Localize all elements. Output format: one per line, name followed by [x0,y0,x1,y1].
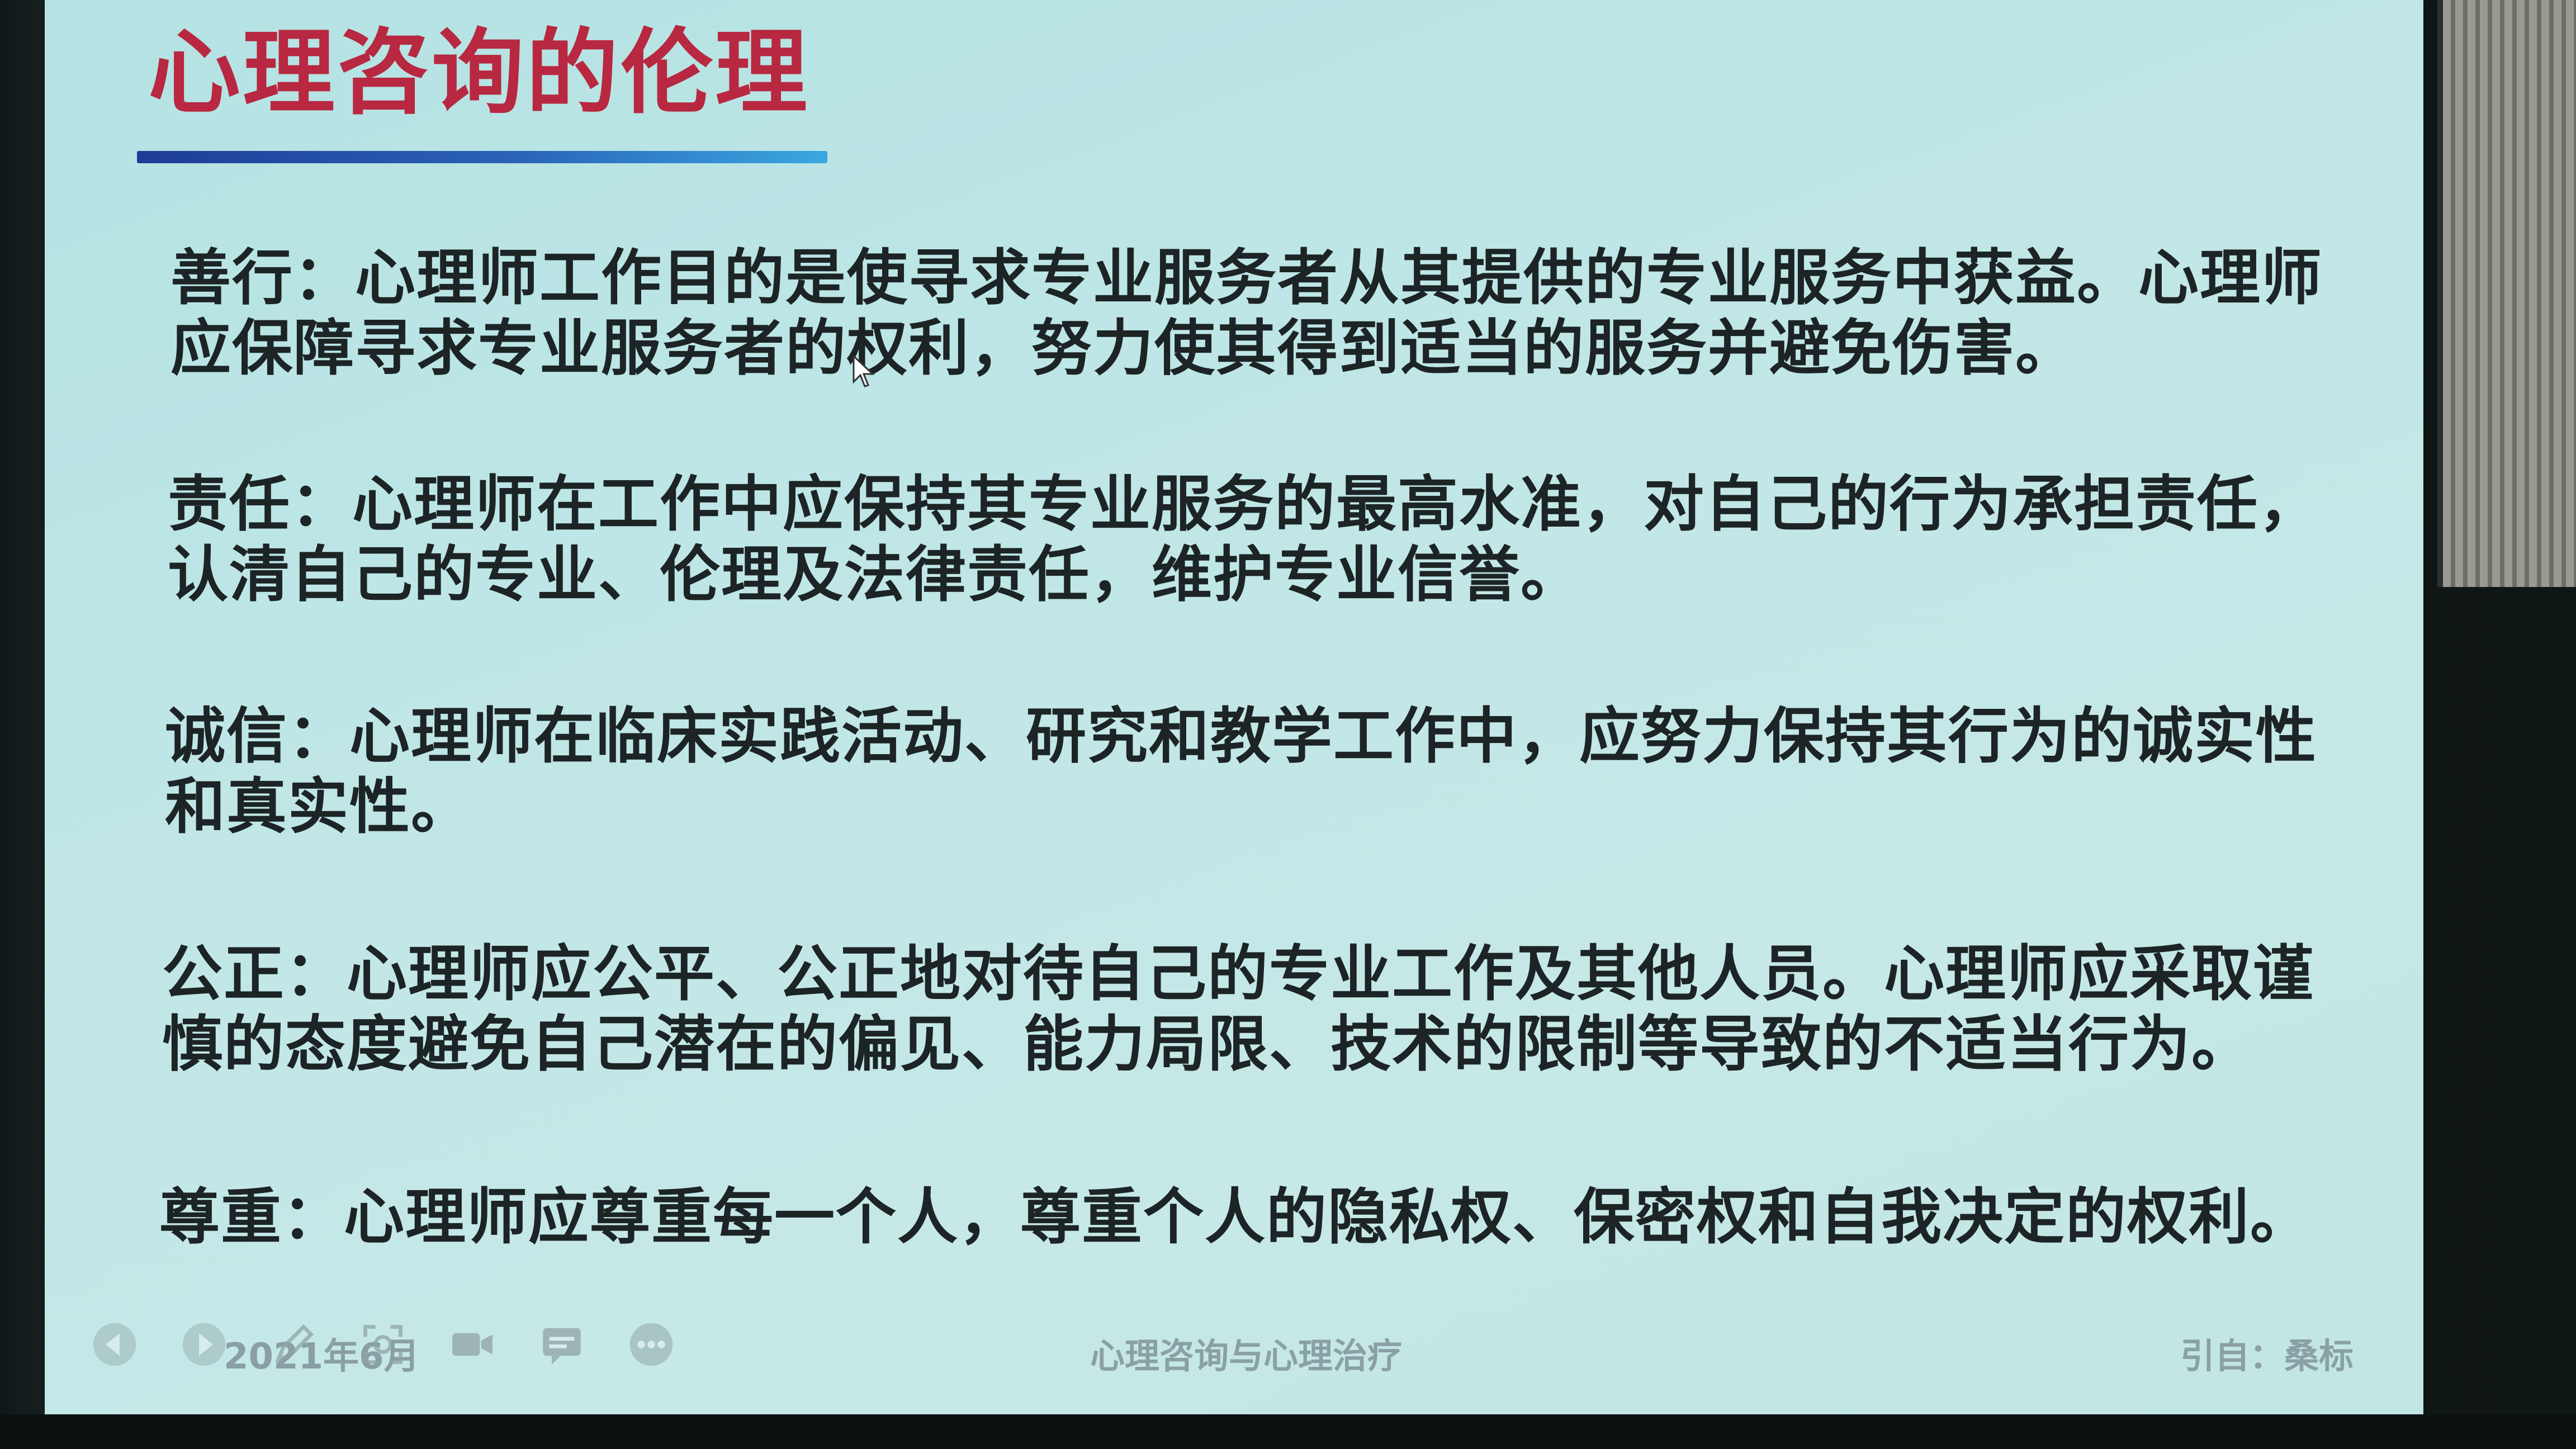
mouse-cursor-icon [853,355,875,387]
paragraph-responsibility: 责任：心理师在工作中应保持其专业服务的最高水准，对自己的行为承担责任，认清自己的… [168,470,2321,610]
citation-source: 引自：桑标 [2180,1336,2354,1376]
pen-icon [274,1324,314,1363]
pen-tool-button[interactable] [268,1319,319,1370]
next-icon [182,1323,226,1366]
slide-footer: 2021年6月 心理咨询与心理治疗 引自：桑标 [45,1297,2423,1392]
subtitle-icon [543,1328,581,1365]
paragraph-integrity: 诚信：心理师在临床实践活动、研究和教学工作中，应努力保持其行为的诚实性和真实性。 [165,702,2318,842]
title-underline [137,151,827,163]
camera-icon [452,1333,493,1356]
previous-icon [93,1323,136,1366]
screen-bottom-edge [0,1414,2576,1449]
more-options-button[interactable] [626,1319,676,1370]
window-blind [2437,0,2576,587]
paragraph-beneficence: 善行：心理师工作目的是使寻求专业服务者从其提供的专业服务中获益。心理师应保障寻求… [171,243,2323,383]
slide-title: 心理咨询的伦理 [148,19,809,126]
paragraph-justice: 公正：心理师应公平、公正地对待自己的专业工作及其他人员。心理师应采取谨慎的态度避… [162,939,2315,1079]
presentation-slide: 心理咨询的伦理 善行：心理师工作目的是使寻求专业服务者从其提供的专业服务中获益。… [45,0,2423,1414]
previous-slide-button[interactable] [89,1319,140,1370]
subtitle-button[interactable] [537,1319,587,1370]
camera-button[interactable] [447,1319,498,1370]
paragraph-respect: 尊重：心理师应尊重每一个人，尊重个人的隐私权、保密权和自我决定的权利。 [159,1182,2312,1252]
more-icon [629,1323,673,1366]
course-name: 心理咨询与心理治疗 [1090,1336,1403,1376]
zoom-button[interactable] [358,1319,408,1370]
zoom-icon [363,1325,402,1364]
next-slide-button[interactable] [179,1319,229,1370]
